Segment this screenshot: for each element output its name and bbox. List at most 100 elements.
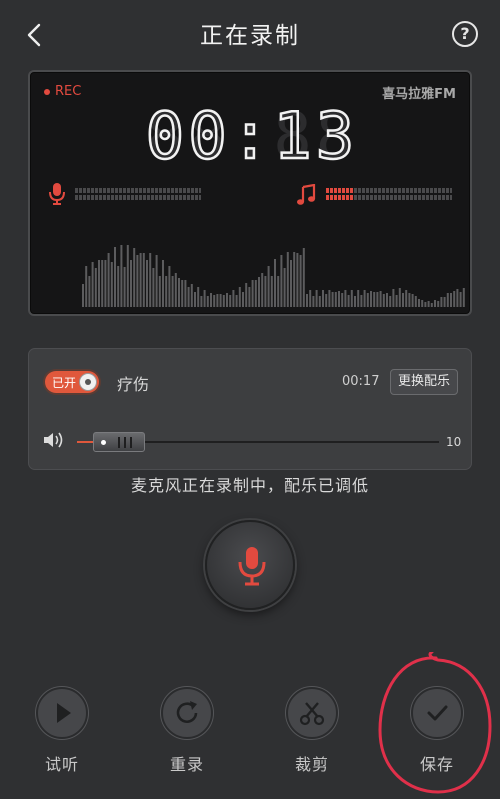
waveform-bar bbox=[94, 268, 97, 307]
waveform-bar bbox=[376, 292, 379, 307]
waveform-bar bbox=[325, 294, 328, 307]
waveform-bar bbox=[392, 289, 395, 307]
waveform-bar bbox=[379, 291, 382, 307]
volume-icon bbox=[44, 432, 63, 448]
waveform-bar bbox=[360, 295, 363, 307]
mic-level-meter bbox=[75, 188, 201, 200]
waveform bbox=[82, 245, 465, 307]
waveform-bar bbox=[309, 290, 312, 307]
volume-value: 10 bbox=[446, 435, 462, 449]
waveform-bar bbox=[318, 296, 321, 307]
waveform-bar bbox=[261, 273, 264, 307]
waveform-bar bbox=[120, 245, 123, 307]
waveform-bar bbox=[322, 290, 324, 307]
page-title: 正在录制 bbox=[200, 23, 300, 49]
waveform-bar bbox=[421, 300, 424, 307]
waveform-bar bbox=[258, 277, 260, 307]
waveform-bar bbox=[171, 276, 174, 307]
waveform-bar bbox=[453, 291, 456, 307]
waveform-bar bbox=[462, 288, 465, 307]
waveform-bar bbox=[424, 302, 427, 307]
preview-action[interactable]: 试听 bbox=[34, 687, 90, 775]
waveform-bar bbox=[139, 253, 142, 307]
waveform-bar bbox=[168, 266, 171, 307]
waveform-bar bbox=[430, 303, 433, 307]
volume-slider-handle[interactable] bbox=[93, 432, 145, 452]
waveform-bar bbox=[184, 280, 187, 307]
waveform-bar bbox=[408, 293, 411, 307]
waveform-bar bbox=[197, 287, 200, 307]
rerecord-action[interactable]: 重录 bbox=[159, 687, 215, 775]
waveform-bar bbox=[82, 284, 84, 307]
waveform-bar bbox=[446, 293, 449, 307]
waveform-bar bbox=[312, 296, 315, 307]
waveform-bar bbox=[101, 260, 104, 307]
waveform-bar bbox=[133, 248, 136, 307]
waveform-bar bbox=[158, 276, 161, 307]
help-button[interactable]: ? bbox=[452, 21, 478, 47]
waveform-bar bbox=[293, 252, 296, 307]
waveform-bar bbox=[344, 290, 347, 307]
microphone-icon bbox=[49, 183, 65, 205]
waveform-bar bbox=[254, 280, 257, 307]
waveform-bar bbox=[88, 276, 91, 307]
track-name: 疗伤 bbox=[117, 375, 150, 394]
trim-label: 裁剪 bbox=[294, 755, 329, 774]
music-note-icon bbox=[297, 184, 316, 205]
waveform-bar bbox=[146, 260, 148, 307]
waveform-bar bbox=[373, 292, 376, 307]
timer-display: 88:88 00:13 bbox=[144, 100, 355, 170]
waveform-bar bbox=[283, 268, 286, 307]
waveform-bar bbox=[354, 296, 356, 307]
toggle-label: 已开 bbox=[52, 376, 77, 390]
record-button[interactable] bbox=[205, 520, 295, 610]
waveform-bar bbox=[286, 252, 289, 307]
change-music-button[interactable]: 更换配乐 bbox=[390, 369, 458, 395]
trim-button[interactable] bbox=[286, 687, 338, 739]
microphone-icon bbox=[238, 547, 266, 586]
music-toggle[interactable]: 已开 bbox=[45, 371, 99, 393]
waveform-bar bbox=[328, 290, 331, 307]
waveform-bar bbox=[213, 295, 216, 307]
status-message: 麦克风正在录制中，配乐已调低 bbox=[130, 476, 369, 495]
waveform-bar bbox=[149, 253, 152, 307]
rerecord-label: 重录 bbox=[169, 755, 204, 774]
waveform-bar bbox=[411, 294, 414, 307]
waveform-bar bbox=[142, 253, 145, 307]
waveform-bar bbox=[232, 290, 235, 307]
annotation-circle bbox=[378, 652, 492, 794]
waveform-bar bbox=[238, 287, 241, 307]
waveform-bar bbox=[267, 266, 270, 307]
waveform-bar bbox=[296, 253, 299, 307]
music-level-meter bbox=[326, 188, 452, 200]
waveform-bar bbox=[178, 278, 180, 307]
waveform-bar bbox=[98, 260, 100, 307]
scissors-icon bbox=[299, 702, 325, 726]
waveform-bar bbox=[248, 287, 251, 307]
waveform-bar bbox=[402, 293, 404, 307]
waveform-bar bbox=[277, 276, 280, 307]
top-bar: 正在录制 ? bbox=[0, 0, 500, 66]
waveform-bar bbox=[206, 296, 209, 307]
waveform-bar bbox=[114, 247, 116, 307]
waveform-bar bbox=[280, 255, 283, 307]
waveform-bar bbox=[350, 290, 353, 307]
waveform-bar bbox=[434, 300, 436, 307]
waveform-bar bbox=[366, 293, 369, 307]
waveform-bar bbox=[136, 255, 139, 307]
waveform-bar bbox=[270, 276, 273, 307]
rec-label: REC bbox=[55, 84, 82, 99]
waveform-bar bbox=[389, 296, 392, 307]
waveform-bar bbox=[299, 255, 302, 307]
waveform-bar bbox=[450, 293, 452, 307]
waveform-bar bbox=[347, 295, 350, 307]
waveform-bar bbox=[190, 284, 193, 307]
waveform-bar bbox=[357, 290, 360, 307]
preview-button[interactable] bbox=[36, 687, 88, 739]
waveform-bar bbox=[226, 293, 228, 307]
trim-action[interactable]: 裁剪 bbox=[284, 687, 340, 775]
waveform-bar bbox=[229, 295, 232, 307]
waveform-bar bbox=[437, 301, 440, 307]
play-icon bbox=[57, 703, 71, 723]
rerecord-button[interactable] bbox=[161, 687, 213, 739]
